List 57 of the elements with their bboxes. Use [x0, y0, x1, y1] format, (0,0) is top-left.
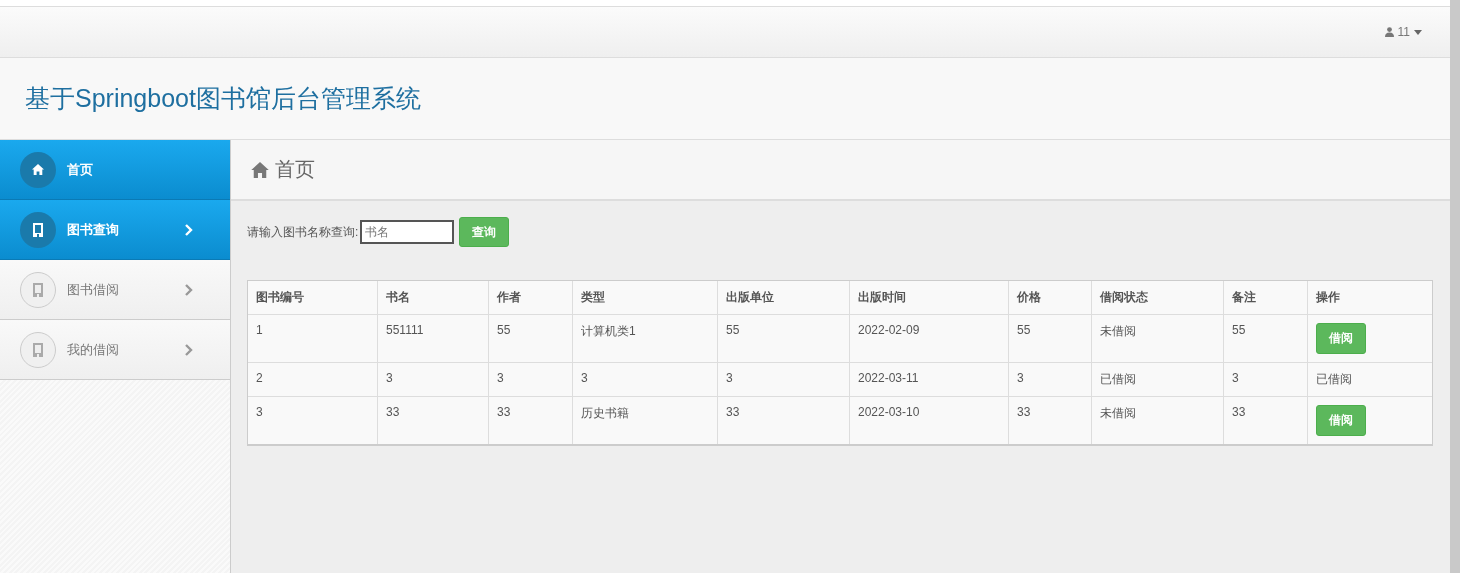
book-icon	[20, 211, 56, 248]
app-title: 基于Springboot图书馆后台管理系统	[25, 83, 421, 114]
search-label: 请输入图书名称查询:	[247, 223, 359, 241]
search-button[interactable]: 查询	[459, 217, 510, 247]
borrow-button[interactable]: 借阅	[1316, 405, 1366, 436]
table-cell: 2022-02-09	[858, 323, 920, 337]
table-cell: 历史书籍	[581, 406, 629, 420]
book-icon	[20, 331, 56, 368]
column-header: 类型	[572, 281, 718, 315]
sidebar-item[interactable]: 我的借阅	[0, 320, 230, 380]
table-cell: 未借阅	[1100, 406, 1136, 420]
table-cell: 55	[1232, 323, 1246, 337]
column-header: 借阅状态	[1091, 281, 1224, 315]
table-cell: 33	[497, 405, 511, 419]
user-menu[interactable]: 11	[1384, 25, 1422, 39]
table-cell: 3	[256, 405, 263, 419]
table-cell: 3	[581, 371, 588, 385]
home-icon	[20, 151, 56, 188]
table-cell: 2022-03-10	[858, 405, 920, 419]
table-cell: 551111	[386, 323, 424, 337]
column-header: 价格	[1008, 281, 1092, 315]
table-cell: 55	[497, 323, 511, 337]
table-cell: 计算机类1	[581, 324, 636, 338]
caret-icon	[1414, 29, 1422, 35]
table-cell: 3	[386, 371, 393, 385]
column-header: 出版单位	[717, 281, 850, 315]
page-title: 首页	[275, 157, 315, 182]
table-cell: 1	[256, 323, 263, 337]
table-cell: 33	[386, 405, 400, 419]
column-header: 操作	[1307, 281, 1432, 315]
table-cell: 55	[1017, 323, 1031, 337]
column-header: 作者	[488, 281, 573, 315]
table-cell: 3	[726, 371, 733, 385]
column-header: 备注	[1223, 281, 1308, 315]
table-cell: 2022-03-11	[858, 371, 919, 385]
column-header: 出版时间	[849, 281, 1009, 315]
table-cell: 55	[726, 323, 740, 337]
sidebar-item[interactable]: 图书借阅	[0, 260, 230, 320]
table-cell: 3	[497, 371, 504, 385]
table-cell: 33	[1232, 405, 1246, 419]
table-cell: 33	[726, 405, 740, 419]
table-cell: 已借阅	[1316, 372, 1352, 386]
user-icon	[1384, 27, 1394, 37]
book-icon	[20, 271, 56, 308]
table-cell: 2	[256, 371, 263, 385]
table-cell: 33	[1017, 405, 1031, 419]
table-cell: 3	[1232, 371, 1239, 385]
column-header: 书名	[377, 281, 489, 315]
table-cell: 未借阅	[1100, 324, 1136, 338]
table-cell: 已借阅	[1100, 372, 1136, 386]
search-field[interactable]: 书名	[360, 220, 455, 244]
borrow-button[interactable]: 借阅	[1316, 323, 1366, 354]
home-icon	[251, 161, 269, 178]
table-cell: 3	[1017, 371, 1024, 385]
sidebar-item[interactable]: 图书查询	[0, 200, 230, 260]
sidebar-item[interactable]: 首页	[0, 140, 230, 200]
column-header: 图书编号	[248, 281, 378, 315]
